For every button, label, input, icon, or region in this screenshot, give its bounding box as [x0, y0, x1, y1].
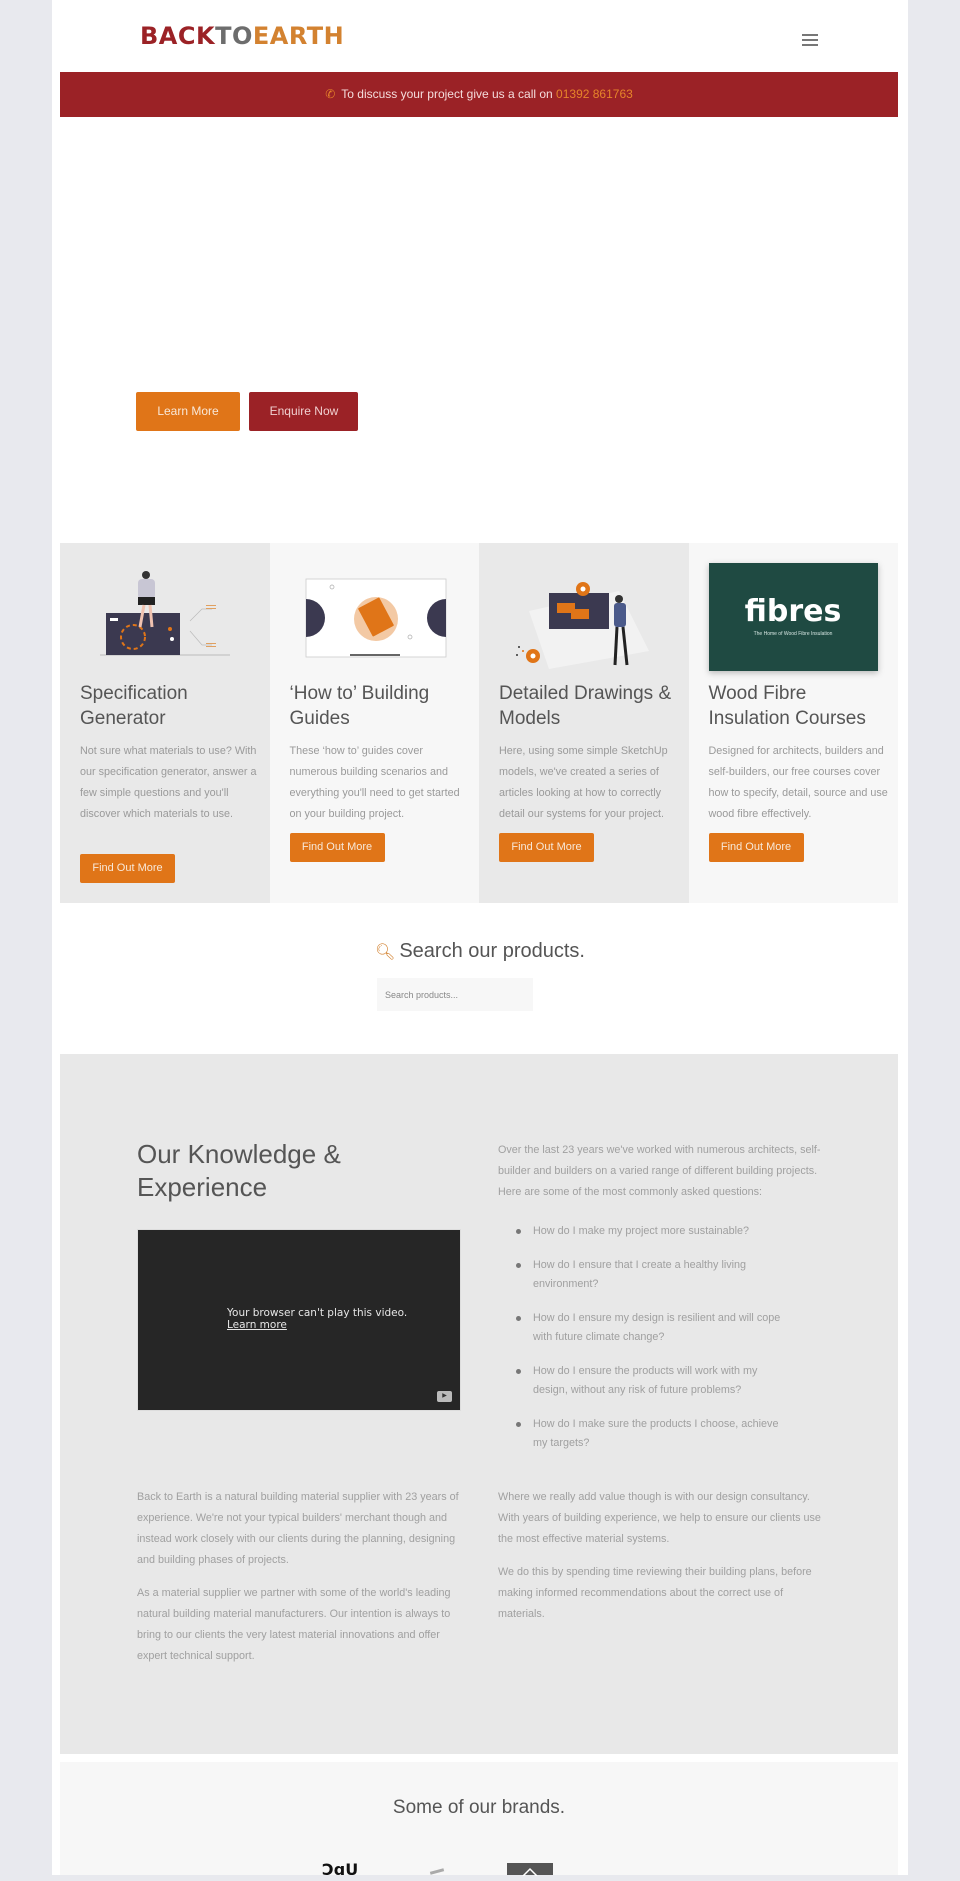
brand-logo-2[interactable] — [429, 1868, 445, 1875]
phone-icon: ✆ — [325, 87, 336, 101]
logo-back: BACK — [140, 22, 216, 50]
search-title: 🔍︎ Search our products. — [52, 940, 908, 963]
feature-cards: Specification Generator Not sure what ma… — [60, 543, 898, 903]
faq-item: How do I make sure the products I choose… — [516, 1415, 786, 1453]
card-title: Wood Fibre Insulation Courses — [708, 683, 866, 729]
card-building-guides: ‘How to’ Building Guides These ‘how to’ … — [269, 543, 479, 903]
video-error-text: Your browser can't play this video. — [227, 1307, 408, 1319]
guides-book-illustration — [305, 578, 446, 658]
card-title: ‘How to’ Building Guides — [289, 683, 430, 729]
faq-item: How do I ensure the products will work w… — [516, 1362, 786, 1400]
logo-earth: EARTH — [252, 22, 345, 50]
brands-section: Some of our brands. ƆɑU — [60, 1762, 898, 1878]
video-error-message: Your browser can't play this video. Lear… — [227, 1307, 407, 1331]
learn-more-button[interactable]: Learn More — [136, 392, 240, 431]
faq-item: How do I ensure my design is resilient a… — [516, 1309, 786, 1347]
faq-item: How do I ensure that I create a healthy … — [516, 1256, 786, 1294]
about-paragraph: Where we really add value though is with… — [498, 1491, 821, 1545]
card-title: Detailed Drawings & Models — [499, 683, 672, 729]
magnifier-icon: 🔍︎ — [375, 944, 396, 961]
enquire-now-button[interactable]: Enquire Now — [249, 392, 359, 431]
product-search-section: 🔍︎ Search our products. — [52, 940, 908, 1011]
hamburger-menu-icon[interactable] — [802, 34, 818, 46]
card-specification-generator: Specification Generator Not sure what ma… — [60, 543, 270, 903]
card-text: Designed for architects, builders and se… — [708, 745, 888, 820]
card-text: Not sure what materials to use? With our… — [80, 745, 257, 820]
card-detailed-drawings: Detailed Drawings & Models Here, using s… — [479, 543, 689, 903]
find-out-more-button[interactable]: Find Out More — [80, 854, 175, 883]
faq-list: How do I make my project more sustainabl… — [516, 1222, 786, 1468]
call-banner: ✆ To discuss your project give us a call … — [60, 72, 898, 117]
search-title-text: Search our products. — [399, 940, 585, 962]
knowledge-intro: Over the last 23 years we've worked with… — [498, 1144, 821, 1198]
find-out-more-button[interactable]: Find Out More — [708, 833, 804, 862]
about-right-column: Where we really add value though is with… — [498, 1487, 823, 1637]
fibres-logo-tagline: The Home of Wood Fibre Insulation — [753, 631, 833, 637]
brand-logo-3[interactable] — [507, 1863, 553, 1877]
fibres-logo[interactable]: fibres The Home of Wood Fibre Insulation — [708, 563, 878, 671]
page: BACKTOEARTH ✆ To discuss your project giv… — [52, 0, 908, 1878]
site-logo[interactable]: BACKTOEARTH — [140, 22, 344, 50]
site-header: BACKTOEARTH — [52, 0, 908, 72]
video-player[interactable]: Your browser can't play this video. Lear… — [137, 1229, 461, 1411]
specification-illustration — [100, 571, 230, 656]
call-banner-text: To discuss your project give us a call o… — [341, 87, 553, 101]
youtube-icon[interactable]: ▶ — [437, 1391, 452, 1402]
logo-to: TO — [215, 22, 253, 50]
hero-buttons: Learn More Enquire Now — [136, 392, 359, 431]
about-paragraph: We do this by spending time reviewing th… — [498, 1566, 812, 1620]
about-paragraph: As a material supplier we partner with s… — [137, 1587, 451, 1662]
card-text: Here, using some simple SketchUp models,… — [499, 745, 668, 820]
video-learn-more-link[interactable]: Learn more — [227, 1319, 287, 1331]
drawings-presentation-illustration — [516, 582, 649, 669]
find-out-more-button[interactable]: Find Out More — [289, 833, 385, 862]
brands-title: Some of our brands. — [392, 1797, 566, 1818]
faq-item: How do I make my project more sustainabl… — [516, 1222, 786, 1241]
phone-number-link[interactable]: 01392 861763 — [556, 87, 633, 101]
card-wood-fibre-courses: fibres The Home of Wood Fibre Insulation… — [688, 543, 898, 903]
about-paragraph: Back to Earth is a natural building mate… — [137, 1491, 459, 1566]
search-products-input[interactable] — [377, 978, 533, 1011]
card-title: Specification Generator — [80, 683, 188, 729]
card-text: These ‘how to’ guides cover numerous bui… — [289, 745, 460, 820]
about-left-column: Back to Earth is a natural building mate… — [137, 1487, 467, 1679]
knowledge-section: Our Knowledge & Experience Your browser … — [60, 1054, 898, 1754]
house-icon — [522, 1867, 538, 1877]
knowledge-title: Our Knowledge & Experience — [137, 1139, 341, 1202]
find-out-more-button[interactable]: Find Out More — [499, 833, 594, 862]
fibres-logo-name: fibres — [744, 594, 842, 629]
